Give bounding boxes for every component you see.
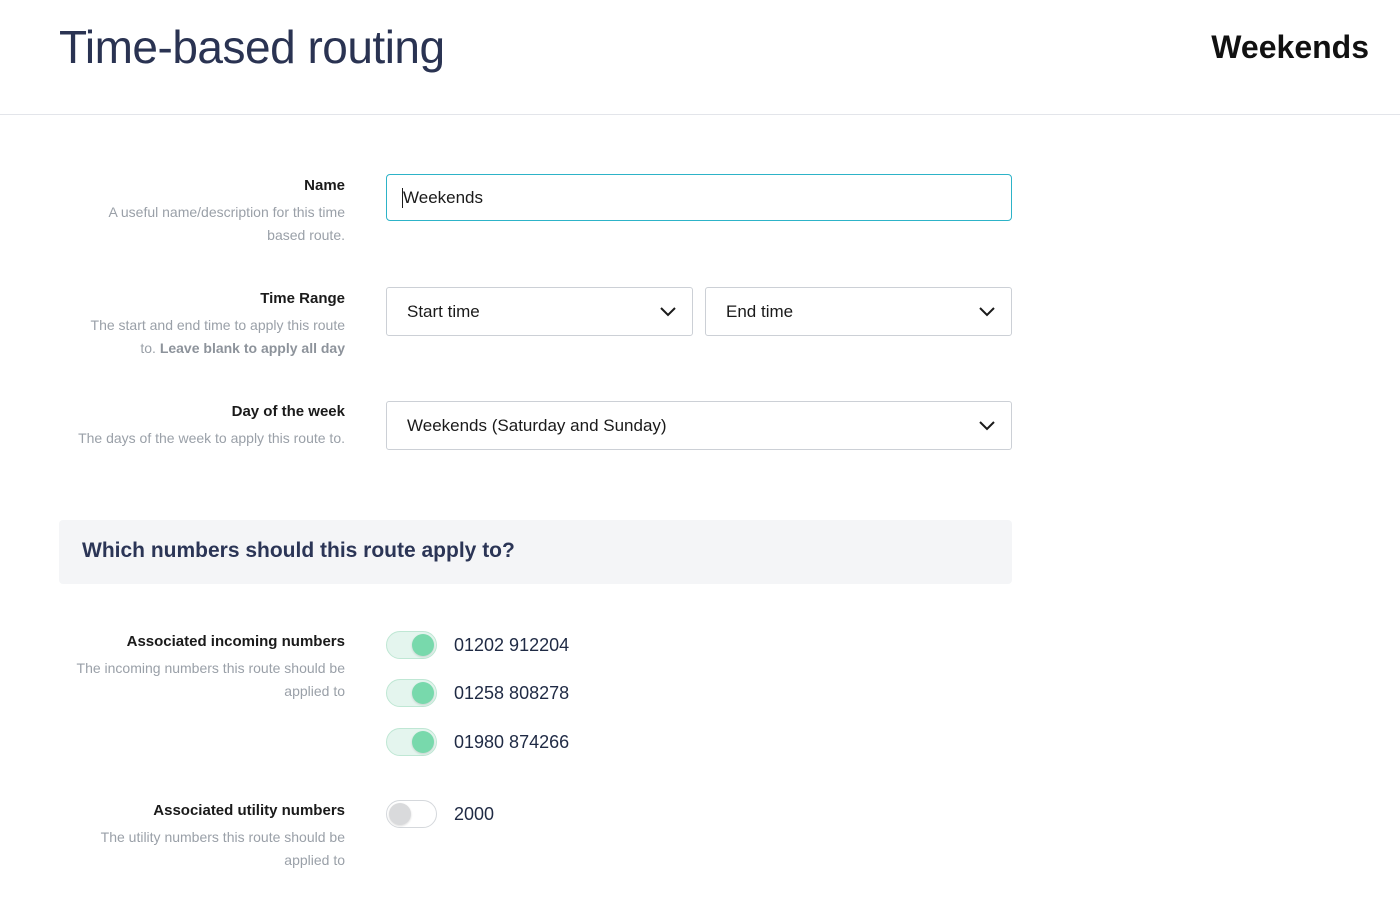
time-range-label: Time Range: [260, 290, 345, 307]
toggle-knob: [412, 634, 434, 656]
day-of-week-value: Weekends (Saturday and Sunday): [407, 415, 667, 435]
time-range-description-bold: Leave blank to apply all day: [159, 340, 345, 356]
name-input[interactable]: Weekends: [386, 174, 1012, 221]
incoming-number-toggle[interactable]: [386, 728, 437, 756]
time-range-label-block: Time Range The start and end time to app…: [55, 287, 345, 360]
incoming-number-row: 01258 808278: [386, 679, 569, 707]
name-description: A useful name/description for this time …: [108, 204, 345, 243]
page-title: Time-based routing: [59, 21, 445, 73]
incoming-number-label: 01980 874266: [454, 731, 570, 752]
incoming-numbers-label: Associated incoming numbers: [126, 633, 345, 650]
chevron-down-icon: [979, 307, 995, 317]
day-of-week-label: Day of the week: [231, 403, 345, 420]
day-of-week-select[interactable]: Weekends (Saturday and Sunday): [386, 401, 1012, 450]
start-time-select[interactable]: Start time: [386, 287, 693, 336]
numbers-section-header: Which numbers should this route apply to…: [59, 520, 1012, 584]
utility-numbers-label: Associated utility numbers: [153, 802, 345, 819]
chevron-down-icon: [660, 307, 676, 317]
utility-number-row: 2000: [386, 800, 494, 828]
toggle-knob: [412, 682, 434, 704]
name-label: Name: [304, 177, 345, 194]
incoming-numbers-description: The incoming numbers this route should b…: [76, 660, 345, 699]
incoming-number-toggle[interactable]: [386, 679, 437, 707]
incoming-numbers-label-block: Associated incoming numbers The incoming…: [55, 630, 345, 703]
name-input-value: Weekends: [403, 187, 484, 207]
day-of-week-label-block: Day of the week The days of the week to …: [55, 400, 345, 450]
page-header: Time-based routing Weekends: [0, 0, 1400, 115]
end-time-value: End time: [726, 301, 794, 321]
end-time-select[interactable]: End time: [705, 287, 1012, 336]
utility-numbers-description: The utility numbers this route should be…: [100, 829, 345, 868]
incoming-number-row: 01202 912204: [386, 631, 569, 659]
route-name-heading: Weekends: [1211, 29, 1369, 65]
incoming-number-label: 01202 912204: [454, 634, 570, 655]
chevron-down-icon: [979, 421, 995, 431]
toggle-knob: [389, 803, 411, 825]
name-label-block: Name A useful name/description for this …: [55, 174, 345, 247]
day-of-week-description: The days of the week to apply this route…: [78, 430, 345, 446]
utility-number-label: 2000: [454, 803, 495, 824]
time-range-description: The start and end time to apply this rou…: [75, 314, 345, 360]
incoming-number-row: 01980 874266: [386, 728, 569, 756]
incoming-number-label: 01258 808278: [454, 682, 570, 703]
utility-number-toggle[interactable]: [386, 800, 437, 828]
toggle-knob: [412, 731, 434, 753]
incoming-number-toggle[interactable]: [386, 631, 437, 659]
utility-numbers-label-block: Associated utility numbers The utility n…: [55, 799, 345, 872]
start-time-value: Start time: [407, 301, 480, 321]
section-title: Which numbers should this route apply to…: [82, 539, 515, 562]
